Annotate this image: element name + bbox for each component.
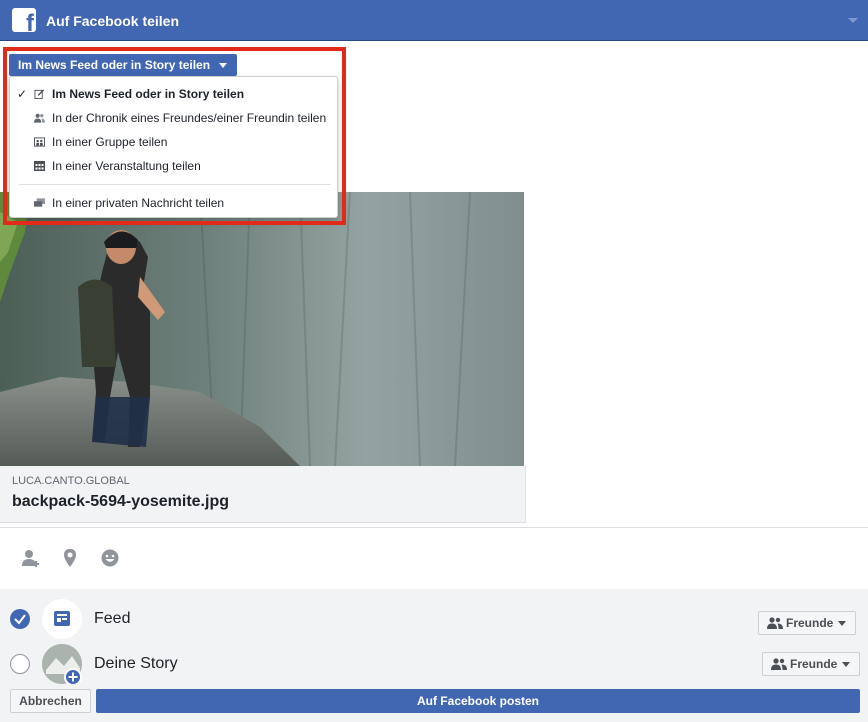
link-filename: backpack-5694-yosemite.jpg — [12, 493, 229, 510]
menu-item-label: In einer privaten Nachricht teilen — [52, 196, 225, 210]
share-target-label: Im News Feed oder in Story teilen — [18, 58, 211, 72]
friends-icon — [771, 658, 787, 670]
story-add-icon — [42, 644, 82, 686]
checkmark-icon — [14, 614, 26, 625]
menu-item-label: In einer Veranstaltung teilen — [52, 159, 201, 173]
section-divider — [0, 527, 868, 528]
story-checkbox[interactable] — [10, 654, 30, 674]
menu-item-event[interactable]: In einer Veranstaltung teilen — [10, 155, 337, 177]
menu-divider — [19, 184, 331, 185]
story-label: Deine Story — [94, 655, 178, 672]
edit-icon — [34, 89, 45, 99]
hiker-photo-illustration — [0, 192, 524, 466]
link-domain: LUCA.CANTO.GLOBAL — [12, 475, 130, 487]
dialog-header: f Auf Facebook teilen — [0, 0, 868, 41]
dialog-title: Auf Facebook teilen — [46, 13, 180, 29]
story-audience-button[interactable]: Freunde — [762, 652, 860, 676]
post-to-facebook-button[interactable]: Auf Facebook posten — [96, 689, 860, 713]
story-audience-label: Freunde — [790, 657, 838, 671]
checkmark-icon: ✓ — [17, 87, 28, 101]
menu-item-label: Im News Feed oder in Story teilen — [52, 87, 245, 101]
feed-icon-glyph — [54, 611, 70, 626]
share-target-menu: ✓ Im News Feed oder in Story teilen In d… — [9, 76, 338, 218]
link-preview-meta[interactable]: LUCA.CANTO.GLOBAL backpack-5694-yosemite… — [0, 466, 526, 523]
menu-item-private-message[interactable]: In einer privaten Nachricht teilen — [10, 192, 337, 214]
caret-down-icon — [842, 662, 850, 667]
facebook-logo-icon: f — [12, 8, 36, 32]
story-avatar-glyph — [42, 644, 82, 686]
feed-icon — [42, 599, 82, 639]
facebook-logo-glyph: f — [26, 10, 34, 33]
feeling-emoji-icon[interactable] — [100, 548, 120, 568]
group-icon — [34, 137, 45, 147]
caret-down-icon — [219, 63, 227, 68]
link-preview-image[interactable] — [0, 192, 524, 466]
chevron-down-icon[interactable] — [848, 18, 858, 23]
destination-row-story: Deine Story Freunde — [0, 641, 868, 686]
feed-checkbox[interactable] — [10, 609, 30, 629]
menu-item-label: In einer Gruppe teilen — [52, 135, 168, 149]
location-pin-icon[interactable] — [60, 548, 80, 568]
friends-icon — [34, 113, 45, 123]
tag-friends-icon[interactable] — [21, 548, 41, 568]
menu-item-group[interactable]: In einer Gruppe teilen — [10, 131, 337, 153]
menu-item-news-feed[interactable]: ✓ Im News Feed oder in Story teilen — [10, 83, 337, 105]
feed-audience-button[interactable]: Freunde — [758, 611, 856, 635]
caret-down-icon — [838, 621, 846, 626]
feed-audience-label: Freunde — [786, 616, 834, 630]
menu-item-friend-timeline[interactable]: In der Chronik eines Freundes/einer Freu… — [10, 107, 337, 129]
feed-label: Feed — [94, 610, 131, 627]
menu-item-label: In der Chronik eines Freundes/einer Freu… — [52, 111, 327, 125]
message-icon — [34, 198, 45, 207]
cancel-button[interactable]: Abbrechen — [10, 689, 91, 713]
share-target-button[interactable]: Im News Feed oder in Story teilen — [9, 54, 237, 76]
calendar-icon — [34, 161, 45, 171]
friends-icon — [767, 617, 783, 629]
destination-row-feed: Feed Freunde — [0, 597, 868, 641]
